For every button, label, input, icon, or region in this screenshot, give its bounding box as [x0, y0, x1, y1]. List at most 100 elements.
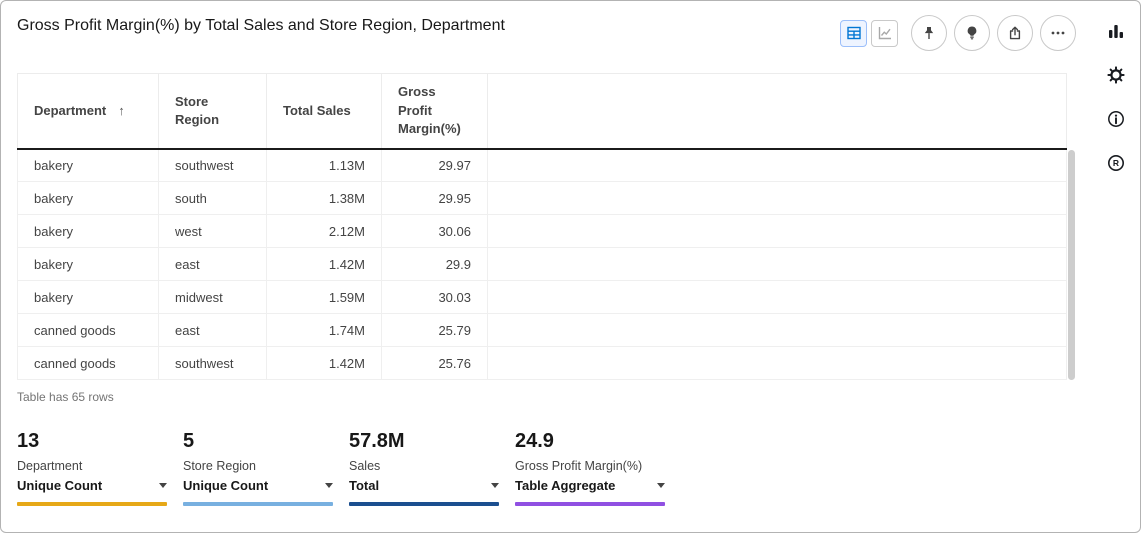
crm-analytics-rail-button[interactable]: R [1100, 147, 1132, 179]
insights-button[interactable] [954, 15, 990, 51]
card-value: 13 [17, 430, 167, 453]
gear-icon [1107, 66, 1125, 84]
cell-filler [488, 248, 1067, 281]
card-color-bar [17, 502, 167, 506]
bar-chart-icon [1107, 22, 1125, 40]
cell-total-sales: 1.74M [267, 314, 382, 347]
cell-gross-profit-margin: 29.95 [382, 182, 488, 215]
summary-card-department: 13 Department Unique Count [17, 430, 167, 506]
sort-ascending-icon: ↑ [118, 103, 125, 118]
ellipsis-icon [1050, 25, 1066, 41]
cell-filler [488, 281, 1067, 314]
table-row[interactable]: bakery west 2.12M 30.06 [18, 215, 1067, 248]
cell-department: canned goods [18, 314, 159, 347]
cell-store-region: east [159, 314, 267, 347]
cell-department: canned goods [18, 347, 159, 380]
column-label: Gross Profit Margin(%) [398, 84, 461, 135]
cell-total-sales: 1.59M [267, 281, 382, 314]
table-row[interactable]: bakery south 1.38M 29.95 [18, 182, 1067, 215]
cell-department: bakery [18, 281, 159, 314]
analytics-lens: Gross Profit Margin(%) by Total Sales an… [0, 0, 1141, 533]
pin-button[interactable] [911, 15, 947, 51]
table-row[interactable]: bakery east 1.42M 29.9 [18, 248, 1067, 281]
cell-store-region: east [159, 248, 267, 281]
cell-gross-profit-margin: 30.06 [382, 215, 488, 248]
cell-store-region: west [159, 215, 267, 248]
card-aggregate: Table Aggregate [515, 478, 615, 493]
cell-gross-profit-margin: 29.97 [382, 149, 488, 182]
cell-gross-profit-margin: 29.9 [382, 248, 488, 281]
toolbar [840, 15, 1076, 51]
column-header-department[interactable]: Department ↑ [18, 74, 159, 149]
cell-department: bakery [18, 248, 159, 281]
cell-total-sales: 1.42M [267, 347, 382, 380]
chevron-down-icon[interactable] [325, 483, 333, 488]
header-row: Department ↑ Store Region Total Sales Gro… [18, 74, 1067, 149]
chevron-down-icon[interactable] [491, 483, 499, 488]
card-value: 5 [183, 430, 333, 453]
crm-logo-letter: R [1113, 158, 1119, 168]
cell-total-sales: 1.42M [267, 248, 382, 281]
cell-store-region: midwest [159, 281, 267, 314]
column-label: Store Region [175, 94, 219, 127]
card-value: 24.9 [515, 430, 665, 453]
card-color-bar [515, 502, 665, 506]
scrollbar-thumb[interactable] [1068, 150, 1075, 380]
card-value: 57.8M [349, 430, 499, 453]
table-icon [846, 25, 862, 41]
summary-card-store-region: 5 Store Region Unique Count [183, 430, 333, 506]
table-container: Department ↑ Store Region Total Sales Gro… [17, 73, 1067, 380]
page-title: Gross Profit Margin(%) by Total Sales an… [17, 17, 505, 35]
table-scrollbar[interactable] [1068, 150, 1075, 380]
table-row[interactable]: bakery southwest 1.13M 29.97 [18, 149, 1067, 182]
charts-rail-button[interactable] [1100, 15, 1132, 47]
cell-total-sales: 1.13M [267, 149, 382, 182]
column-header-gross-profit-margin[interactable]: Gross Profit Margin(%) [382, 74, 488, 149]
pin-icon [921, 25, 937, 41]
summary-card-sales: 57.8M Sales Total [349, 430, 499, 506]
column-label: Total Sales [283, 103, 351, 118]
table-row[interactable]: canned goods east 1.74M 25.79 [18, 314, 1067, 347]
summary-card-gross-profit-margin: 24.9 Gross Profit Margin(%) Table Aggreg… [515, 430, 665, 506]
right-rail: R [1098, 15, 1134, 179]
cell-store-region: southwest [159, 149, 267, 182]
cell-total-sales: 1.38M [267, 182, 382, 215]
table-row[interactable]: bakery midwest 1.59M 30.03 [18, 281, 1067, 314]
filler-header-cell [488, 74, 1067, 149]
table-view-button[interactable] [840, 20, 867, 47]
settings-rail-button[interactable] [1100, 59, 1132, 91]
share-button[interactable] [997, 15, 1033, 51]
table-row[interactable]: canned goods southwest 1.42M 25.76 [18, 347, 1067, 380]
cell-department: bakery [18, 149, 159, 182]
share-icon [1007, 25, 1023, 41]
data-table: Department ↑ Store Region Total Sales Gro… [17, 73, 1067, 380]
line-chart-icon [877, 25, 893, 41]
cell-store-region: southwest [159, 347, 267, 380]
card-label: Sales [349, 459, 499, 473]
column-label: Department [34, 103, 106, 118]
cell-department: bakery [18, 215, 159, 248]
view-toggle [840, 20, 898, 47]
card-aggregate: Total [349, 478, 379, 493]
column-header-store-region[interactable]: Store Region [159, 74, 267, 149]
cell-gross-profit-margin: 30.03 [382, 281, 488, 314]
cell-gross-profit-margin: 25.76 [382, 347, 488, 380]
card-label: Gross Profit Margin(%) [515, 459, 665, 473]
card-aggregate: Unique Count [183, 478, 268, 493]
info-icon [1107, 110, 1125, 128]
chevron-down-icon[interactable] [657, 483, 665, 488]
cell-department: bakery [18, 182, 159, 215]
cell-filler [488, 347, 1067, 380]
chart-view-button[interactable] [871, 20, 898, 47]
card-label: Store Region [183, 459, 333, 473]
card-color-bar [349, 502, 499, 506]
card-label: Department [17, 459, 167, 473]
more-actions-button[interactable] [1040, 15, 1076, 51]
cell-filler [488, 215, 1067, 248]
summary-cards: 13 Department Unique Count 5 Store Regio… [17, 430, 665, 506]
info-rail-button[interactable] [1100, 103, 1132, 135]
column-header-total-sales[interactable]: Total Sales [267, 74, 382, 149]
card-aggregate: Unique Count [17, 478, 102, 493]
cell-filler [488, 314, 1067, 347]
chevron-down-icon[interactable] [159, 483, 167, 488]
